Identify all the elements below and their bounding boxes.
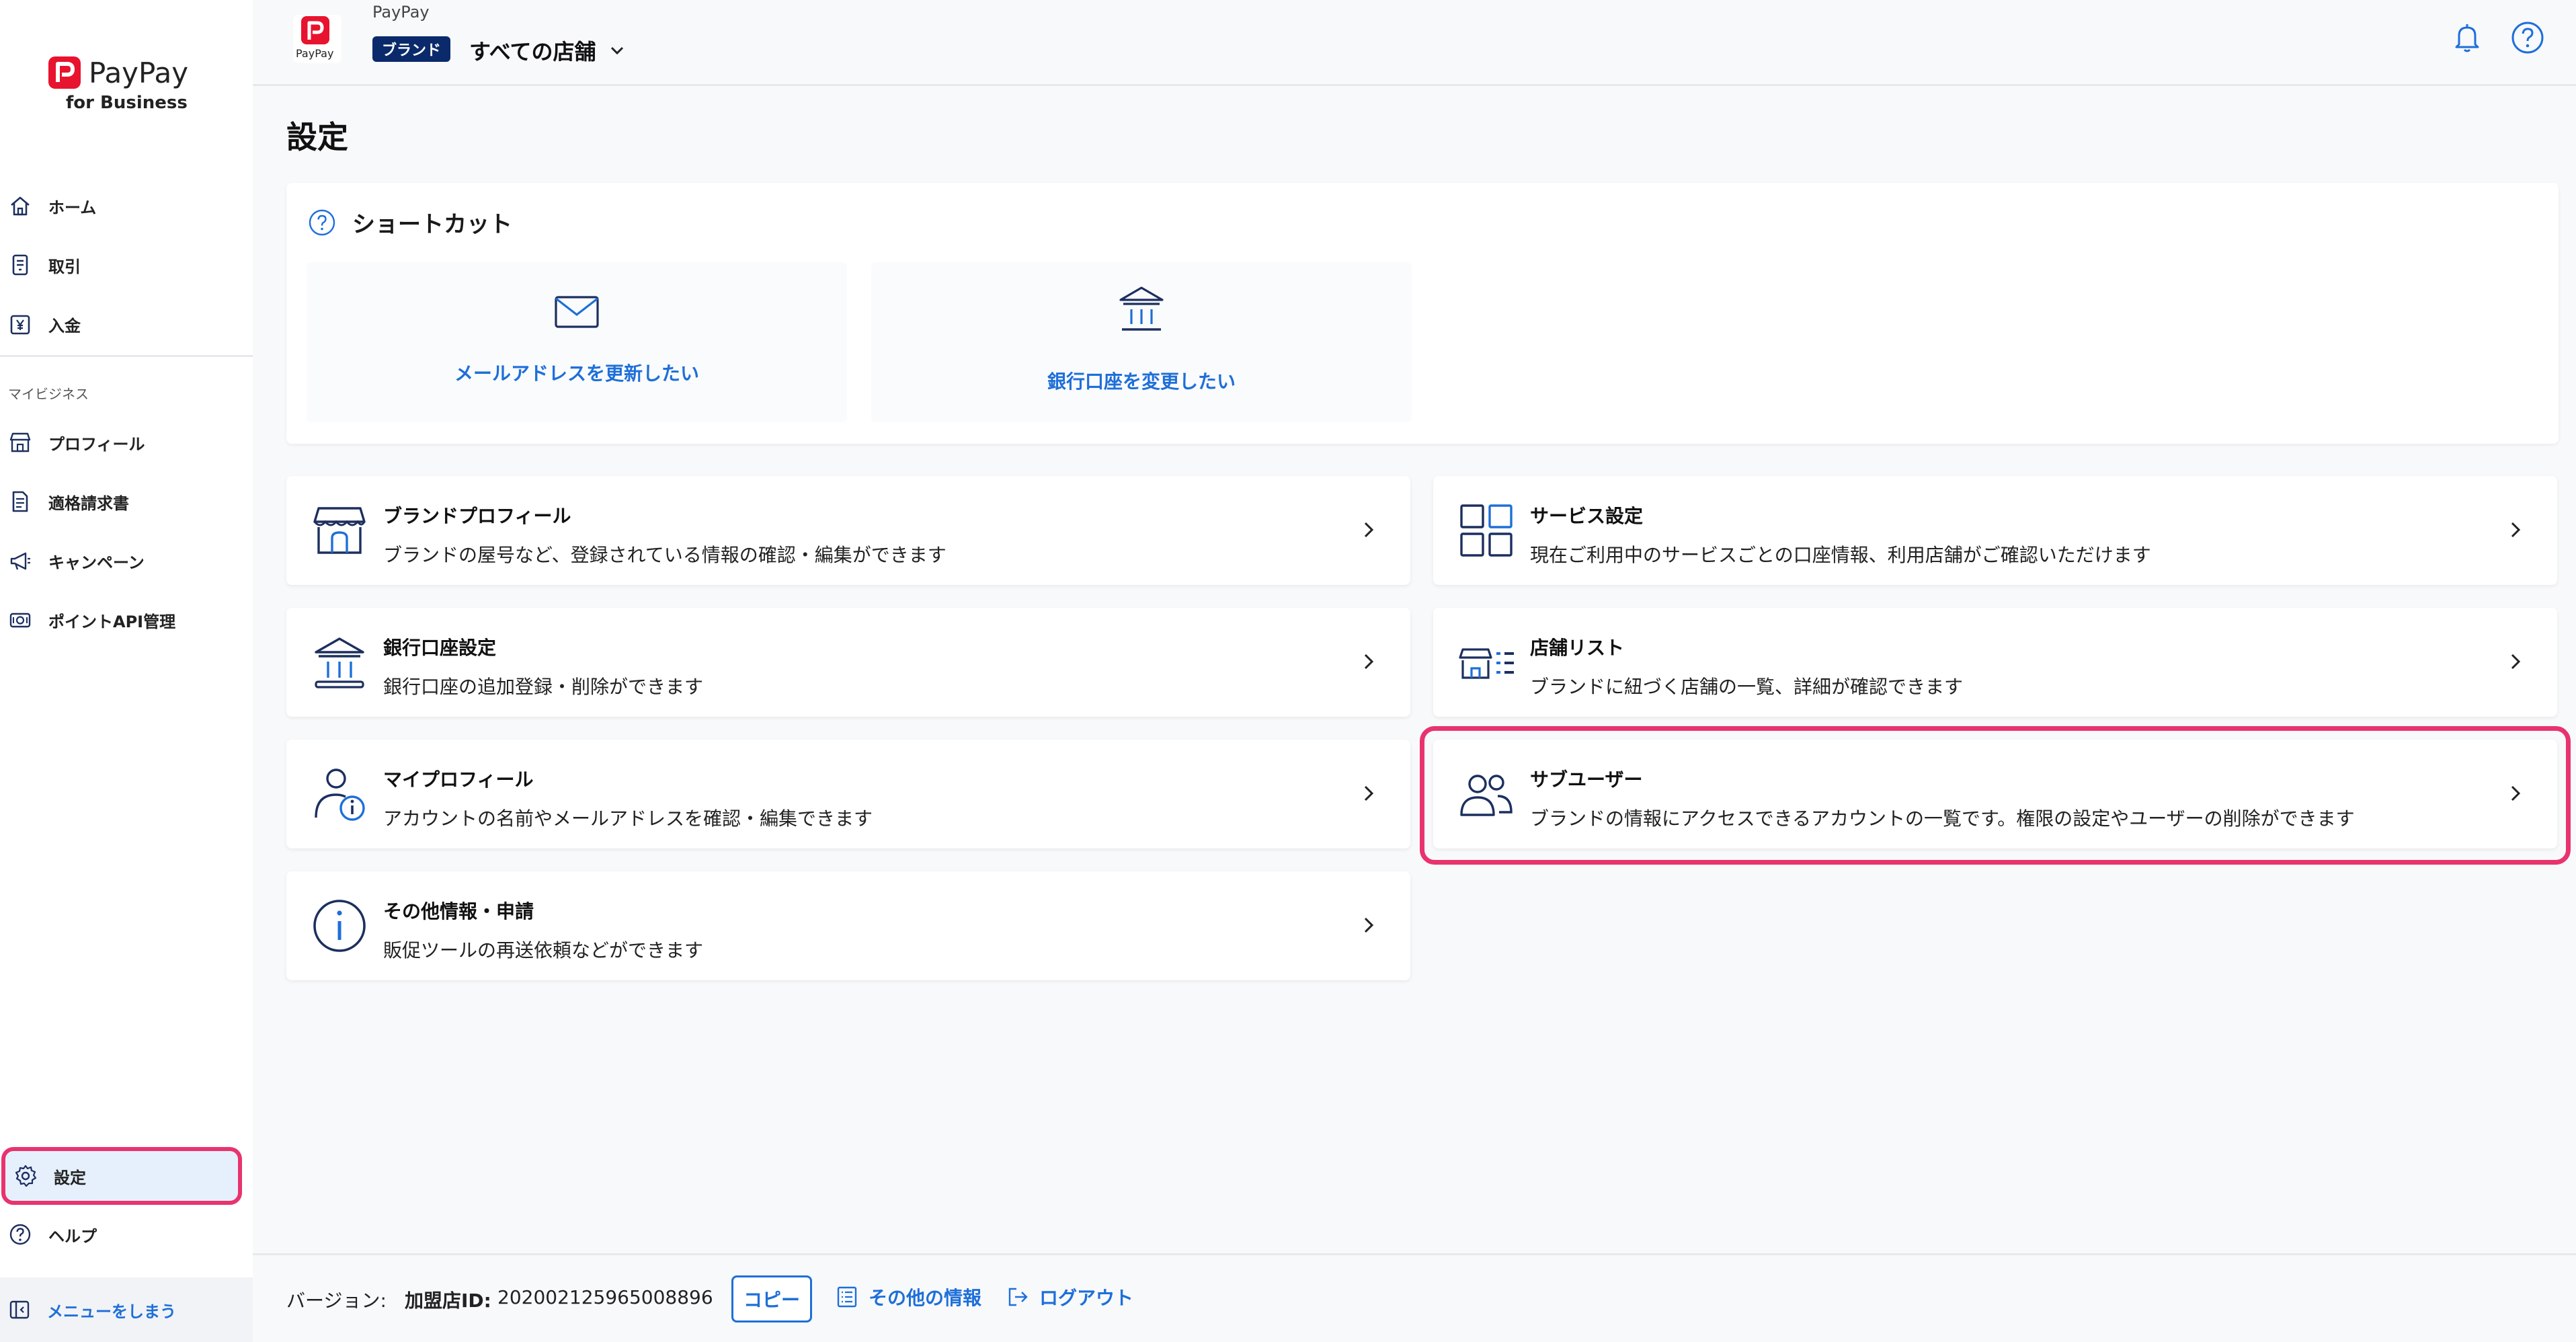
brand-profile-card[interactable]: ブランドプロフィール ブランドの屋号など、登録されている情報の確認・編集ができま… <box>286 476 1410 585</box>
store-list-card[interactable]: 店舗リスト ブランドに紐づく店舗の一覧、詳細が確認できます <box>1433 608 2557 717</box>
home-icon <box>11 196 30 216</box>
megaphone-icon <box>10 552 30 570</box>
paypay-logo-icon <box>47 55 82 90</box>
chevron-right-icon <box>1364 522 1374 538</box>
sidebar-item-label: ホーム <box>48 198 97 217</box>
header-logo-text: PayPay <box>296 47 334 60</box>
collapse-menu-label: メニューをしまう <box>47 1302 176 1321</box>
logout-icon <box>1008 1288 1028 1306</box>
sidebar-item-label: 適格請求書 <box>48 494 129 513</box>
chevron-right-icon <box>2511 522 2521 538</box>
shortcut-header: ショートカット <box>308 206 512 239</box>
merchant-id-label: 加盟店ID: <box>405 1290 491 1312</box>
sidebar-item-campaign[interactable]: キャンペーン <box>0 531 253 590</box>
card-description: ブランドの屋号など、登録されている情報の確認・編集ができます <box>383 544 947 566</box>
help-icon[interactable] <box>2510 20 2545 55</box>
sidebar-item-invoice[interactable]: 適格請求書 <box>0 472 253 531</box>
bank-icon <box>315 637 364 688</box>
card-title: サービス設定 <box>1530 505 1644 527</box>
help-icon <box>9 1224 31 1245</box>
logo-subtitle: for Business <box>66 93 188 113</box>
chevron-right-icon <box>2511 654 2521 670</box>
card-title: その他情報・申請 <box>383 900 534 922</box>
paypay-business-logo[interactable]: PayPay for Business <box>47 55 195 116</box>
store-icon <box>313 507 366 554</box>
sidebar-item-deposit[interactable]: 入金 <box>0 294 253 354</box>
card-description: 販促ツールの再送依頼などができます <box>383 939 704 961</box>
card-description: アカウントの名前やメールアドレスを確認・編集できます <box>383 807 873 830</box>
card-description: 現在ご利用中のサービスごとの口座情報、利用店舗がご確認いただけます <box>1530 544 2151 566</box>
card-title: 店舗リスト <box>1530 637 1625 659</box>
bank-account-card[interactable]: 銀行口座設定 銀行口座の追加登録・削除ができます <box>286 608 1410 717</box>
sidebar-section-label: マイビジネス <box>8 386 89 402</box>
deposit-icon <box>10 315 30 335</box>
document-icon <box>12 491 28 512</box>
shortcut-label: 銀行口座を変更したい <box>1047 370 1236 393</box>
my-profile-card[interactable]: マイプロフィール アカウントの名前やメールアドレスを確認・編集できます <box>286 740 1410 848</box>
sidebar: PayPay for Business ホーム 取引 入金 マイビジネス プロフ… <box>0 0 253 1342</box>
store-selector-label: すべての店舗 <box>469 39 596 65</box>
header-app-name: PayPay <box>372 3 430 22</box>
mail-icon <box>555 296 599 328</box>
sidebar-item-label: 設定 <box>54 1168 86 1187</box>
copy-button[interactable]: コピー <box>731 1275 812 1323</box>
other-info-link[interactable]: その他の情報 <box>835 1284 981 1310</box>
shortcut-label: メールアドレスを更新したい <box>454 362 699 385</box>
merchant-id-value: 202002125965008896 <box>497 1286 713 1308</box>
list-icon <box>837 1286 857 1308</box>
chevron-down-icon <box>611 46 624 55</box>
logout-link[interactable]: ログアウト <box>1006 1284 1133 1310</box>
version-label: バージョン: <box>286 1290 387 1312</box>
other-info-card[interactable]: その他情報・申請 販促ツールの再送依頼などができます <box>286 871 1410 980</box>
collapse-menu-button[interactable]: メニューをしまう <box>0 1277 253 1342</box>
store-list-icon <box>1459 648 1514 679</box>
sidebar-item-transactions[interactable]: 取引 <box>0 235 253 294</box>
point-api-icon <box>9 613 31 628</box>
chevron-right-icon <box>1364 785 1374 801</box>
sidebar-divider <box>0 355 253 357</box>
page-title: 設定 <box>286 119 348 155</box>
sidebar-item-settings[interactable]: 設定 <box>1 1147 242 1205</box>
service-settings-card[interactable]: サービス設定 現在ご利用中のサービスごとの口座情報、利用店舗がご確認いただけます <box>1433 476 2557 585</box>
chevron-right-icon <box>1364 917 1374 933</box>
store-icon <box>9 432 31 452</box>
sidebar-item-label: ポイントAPI管理 <box>48 612 176 631</box>
info-icon <box>313 900 366 952</box>
grid-icon <box>1460 504 1513 557</box>
sidebar-item-label: 取引 <box>48 257 81 276</box>
sidebar-item-label: キャンペーン <box>48 553 145 572</box>
bell-icon[interactable] <box>2448 19 2486 56</box>
footer: バージョン: 加盟店ID: 202002125965008896 コピー その他… <box>253 1253 2576 1342</box>
sidebar-item-profile[interactable]: プロフィール <box>0 413 253 472</box>
logout-label: ログアウト <box>1039 1287 1134 1309</box>
top-header: PayPay PayPay ブランド すべての店舗 <box>253 0 2576 86</box>
card-description: 銀行口座の追加登録・削除ができます <box>383 676 704 698</box>
card-title: 銀行口座設定 <box>383 637 497 659</box>
bank-icon <box>1119 286 1164 331</box>
sub-user-highlight-outline <box>1420 726 2571 865</box>
sidebar-item-label: ヘルプ <box>48 1226 97 1246</box>
card-title: ブランドプロフィール <box>383 505 571 527</box>
help-icon[interactable] <box>308 208 336 237</box>
chevron-right-icon <box>1364 654 1374 670</box>
gear-icon <box>15 1165 37 1187</box>
shortcut-change-bank[interactable]: 銀行口座を変更したい <box>871 262 1412 422</box>
brand-badge: ブランド <box>372 36 451 62</box>
sidebar-item-label: 入金 <box>48 316 81 336</box>
card-description: ブランドに紐づく店舗の一覧、詳細が確認できます <box>1530 676 1964 698</box>
shortcut-panel: ショートカット メールアドレスを更新したい 銀行口座を変更したい <box>286 183 2559 444</box>
other-info-label: その他の情報 <box>869 1287 982 1309</box>
sidebar-item-help[interactable]: ヘルプ <box>0 1205 253 1264</box>
shortcut-update-email[interactable]: メールアドレスを更新したい <box>307 262 847 422</box>
sidebar-item-point-api[interactable]: ポイントAPI管理 <box>0 590 253 649</box>
shortcut-title: ショートカット <box>352 211 512 238</box>
sidebar-item-label: プロフィール <box>48 434 145 454</box>
sidebar-item-home[interactable]: ホーム <box>0 176 253 235</box>
logo-text: PayPay <box>89 56 189 89</box>
card-title: マイプロフィール <box>383 768 534 791</box>
receipt-icon <box>12 254 28 276</box>
user-info-icon <box>315 768 365 821</box>
sidebar-collapse-icon <box>9 1300 30 1319</box>
store-selector[interactable]: すべての店舗 <box>469 35 627 66</box>
